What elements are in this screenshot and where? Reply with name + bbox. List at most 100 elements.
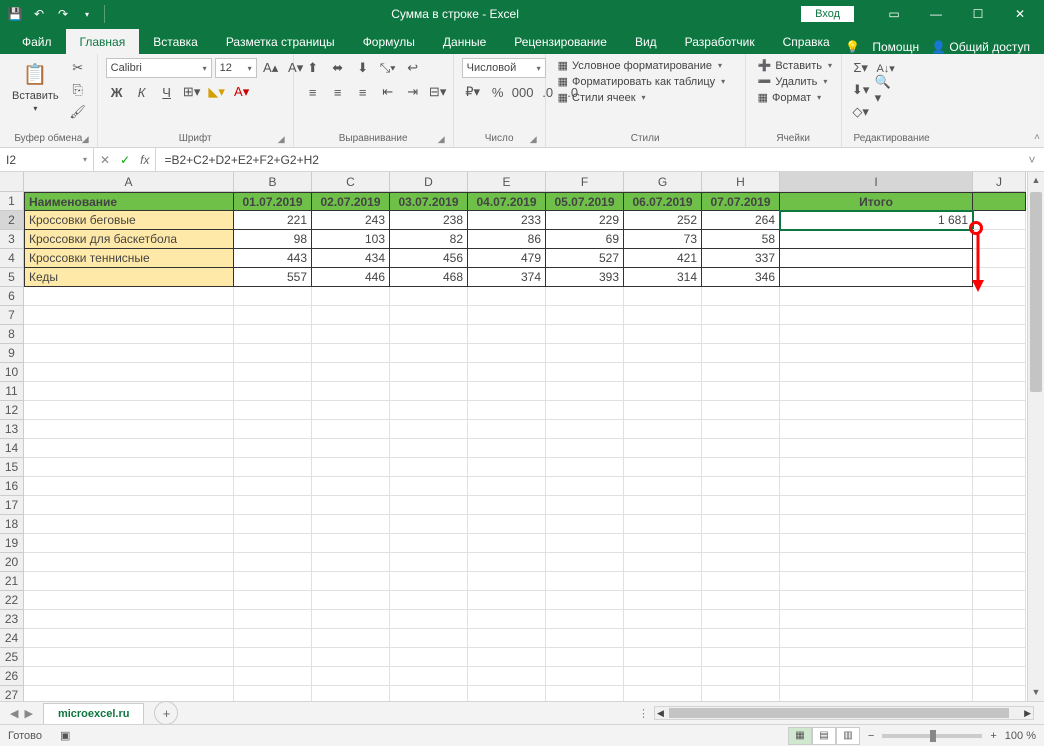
- cell[interactable]: [973, 306, 1026, 325]
- cell[interactable]: 314: [624, 268, 702, 287]
- cell[interactable]: [780, 477, 973, 496]
- cell[interactable]: [624, 686, 702, 701]
- cell[interactable]: [973, 458, 1026, 477]
- cell[interactable]: [780, 325, 973, 344]
- cell[interactable]: [24, 325, 234, 344]
- add-sheet-button[interactable]: +: [154, 701, 178, 725]
- find-select-icon[interactable]: 🔍▾: [875, 80, 897, 100]
- cell[interactable]: [312, 439, 390, 458]
- cell[interactable]: [973, 629, 1026, 648]
- normal-view-button[interactable]: ▦: [788, 727, 812, 745]
- cell[interactable]: [702, 477, 780, 496]
- cell[interactable]: [234, 477, 312, 496]
- row-header[interactable]: 23: [0, 610, 24, 629]
- align-middle-icon[interactable]: ⬌: [327, 58, 349, 78]
- cell[interactable]: [390, 667, 468, 686]
- cell[interactable]: [702, 325, 780, 344]
- zoom-slider[interactable]: [882, 734, 982, 738]
- cell[interactable]: [624, 439, 702, 458]
- cell[interactable]: [234, 382, 312, 401]
- cell[interactable]: [546, 287, 624, 306]
- cell[interactable]: [780, 572, 973, 591]
- cell[interactable]: [468, 534, 546, 553]
- cell[interactable]: [780, 439, 973, 458]
- cell[interactable]: [24, 401, 234, 420]
- cell[interactable]: [234, 439, 312, 458]
- cell[interactable]: [390, 686, 468, 701]
- cell[interactable]: [468, 515, 546, 534]
- cell[interactable]: [973, 610, 1026, 629]
- macro-record-icon[interactable]: ▣: [60, 729, 70, 742]
- cell[interactable]: [24, 648, 234, 667]
- cell[interactable]: [24, 344, 234, 363]
- cell[interactable]: [468, 553, 546, 572]
- collapse-ribbon-icon[interactable]: ˄: [1034, 132, 1040, 143]
- cell[interactable]: [702, 439, 780, 458]
- cell[interactable]: 73: [624, 230, 702, 249]
- cell[interactable]: [702, 534, 780, 553]
- close-icon[interactable]: ✕: [1000, 0, 1040, 28]
- cell[interactable]: [390, 591, 468, 610]
- row-header[interactable]: 15: [0, 458, 24, 477]
- cell[interactable]: [390, 534, 468, 553]
- cell[interactable]: [546, 458, 624, 477]
- cell[interactable]: [780, 515, 973, 534]
- cell[interactable]: [546, 610, 624, 629]
- tab-главная[interactable]: Главная: [66, 29, 140, 54]
- cell[interactable]: 456: [390, 249, 468, 268]
- tab-формулы[interactable]: Формулы: [349, 29, 429, 54]
- cell[interactable]: [546, 306, 624, 325]
- tell-me-button[interactable]: Помощн: [872, 40, 919, 54]
- cell[interactable]: [973, 420, 1026, 439]
- tab-вид[interactable]: Вид: [621, 29, 671, 54]
- cell[interactable]: [390, 458, 468, 477]
- cell[interactable]: [234, 515, 312, 534]
- cell[interactable]: [390, 572, 468, 591]
- tab-справка[interactable]: Справка: [769, 29, 844, 54]
- cell[interactable]: [973, 648, 1026, 667]
- cell[interactable]: [234, 496, 312, 515]
- row-header[interactable]: 5: [0, 268, 24, 287]
- format-as-table-button[interactable]: ▦Форматировать как таблицу▾: [554, 74, 730, 89]
- row-header[interactable]: 9: [0, 344, 24, 363]
- cell[interactable]: [702, 553, 780, 572]
- row-header[interactable]: 3: [0, 230, 24, 249]
- cell[interactable]: [624, 401, 702, 420]
- cell[interactable]: [312, 629, 390, 648]
- cell[interactable]: Итого: [780, 192, 973, 211]
- col-header-A[interactable]: A: [24, 172, 234, 192]
- cell[interactable]: [390, 325, 468, 344]
- enter-icon[interactable]: ✓: [120, 153, 130, 167]
- cell[interactable]: [234, 306, 312, 325]
- orientation-icon[interactable]: ⤡▾: [377, 58, 399, 78]
- cell[interactable]: [390, 648, 468, 667]
- cell[interactable]: [780, 268, 973, 287]
- cell[interactable]: [312, 686, 390, 701]
- cell[interactable]: [702, 344, 780, 363]
- fx-icon[interactable]: fx: [140, 153, 149, 167]
- name-box[interactable]: I2▾: [0, 148, 94, 171]
- cell[interactable]: [234, 667, 312, 686]
- cell[interactable]: [780, 553, 973, 572]
- cell[interactable]: [468, 401, 546, 420]
- cell[interactable]: 03.07.2019: [390, 192, 468, 211]
- scroll-thumb[interactable]: [669, 708, 1009, 718]
- maximize-icon[interactable]: ☐: [958, 0, 998, 28]
- cell[interactable]: [624, 420, 702, 439]
- row-header[interactable]: 18: [0, 515, 24, 534]
- cell[interactable]: [702, 610, 780, 629]
- cell[interactable]: [546, 515, 624, 534]
- select-all-corner[interactable]: [0, 172, 24, 192]
- sheet-nav[interactable]: ◀▶: [0, 707, 43, 720]
- cut-icon[interactable]: ✂: [67, 58, 89, 78]
- row-header[interactable]: 27: [0, 686, 24, 701]
- clear-icon[interactable]: ◇▾: [850, 102, 872, 122]
- cell[interactable]: [312, 363, 390, 382]
- cell[interactable]: [234, 629, 312, 648]
- cell[interactable]: [390, 477, 468, 496]
- cell[interactable]: [24, 667, 234, 686]
- cell[interactable]: [24, 534, 234, 553]
- cell[interactable]: Кроссовки теннисные: [24, 249, 234, 268]
- cell[interactable]: [24, 306, 234, 325]
- cell[interactable]: [702, 420, 780, 439]
